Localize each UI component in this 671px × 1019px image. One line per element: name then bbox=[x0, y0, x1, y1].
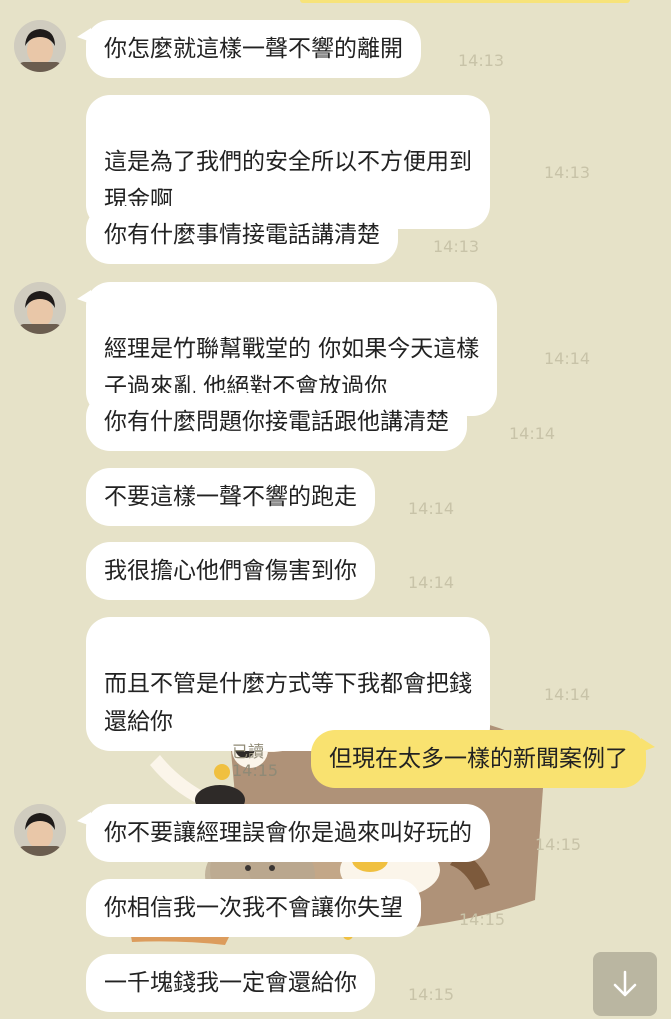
message-text: 這是為了我們的安全所以不方便用到 現金啊 bbox=[104, 149, 472, 213]
message-text: 你相信我一次我不會讓你失望 bbox=[104, 895, 403, 921]
message-time: 14:13 bbox=[544, 163, 591, 182]
message-time: 14:13 bbox=[458, 51, 505, 70]
scroll-to-bottom-button[interactable] bbox=[593, 952, 657, 1016]
message-time: 14:14 bbox=[544, 685, 591, 704]
sent-message-bubble[interactable]: 但現在太多一樣的新聞案例了 bbox=[311, 730, 655, 788]
previous-outgoing-bubble-edge bbox=[300, 0, 630, 3]
message-time: 14:13 bbox=[433, 237, 480, 256]
message-bubble[interactable]: 一千塊錢我一定會還給你 bbox=[86, 954, 375, 1012]
message-text: 你有什麼問題你接電話跟他講清楚 bbox=[104, 409, 449, 435]
message-bubble[interactable]: 我很擔心他們會傷害到你 bbox=[86, 542, 375, 600]
message-text: 你有什麼事情接電話講清楚 bbox=[104, 222, 380, 248]
message-time: 14:15 bbox=[459, 910, 506, 929]
message-bubble[interactable]: 不要這樣一聲不響的跑走 bbox=[86, 468, 375, 526]
arrow-down-icon bbox=[613, 970, 637, 997]
message-time: 14:14 bbox=[408, 499, 455, 518]
message-time: 14:14 bbox=[408, 573, 455, 592]
message-text: 而且不管是什麼方式等下我都會把錢 還給你 bbox=[104, 671, 472, 735]
read-status: 已讀 bbox=[232, 742, 265, 761]
message-time: 14:14 bbox=[509, 424, 556, 443]
message-text: 你怎麼就這樣一聲不響的離開 bbox=[104, 36, 403, 62]
contact-avatar[interactable] bbox=[14, 804, 66, 856]
contact-avatar[interactable] bbox=[14, 20, 66, 72]
message-time: 14:14 bbox=[544, 349, 591, 368]
message-bubble[interactable]: 你有什麼事情接電話講清楚 bbox=[86, 206, 398, 264]
contact-avatar-icon bbox=[14, 804, 66, 856]
contact-avatar-icon bbox=[14, 20, 66, 72]
chat-area[interactable]: 你怎麼就這樣一聲不響的離開 14:13 這是為了我們的安全所以不方便用到 現金啊… bbox=[0, 0, 671, 1019]
message-bubble[interactable]: 你有什麼問題你接電話跟他講清楚 bbox=[86, 393, 467, 451]
message-bubble[interactable]: 你怎麼就這樣一聲不響的離開 bbox=[77, 20, 421, 78]
message-bubble[interactable]: 你不要讓經理誤會你是過來叫好玩的 bbox=[77, 804, 490, 862]
message-time: 14:15 bbox=[535, 835, 582, 854]
contact-avatar[interactable] bbox=[14, 282, 66, 334]
message-text: 但現在太多一樣的新聞案例了 bbox=[329, 746, 628, 772]
message-text: 不要這樣一聲不響的跑走 bbox=[104, 484, 357, 510]
message-bubble[interactable]: 你相信我一次我不會讓你失望 bbox=[86, 879, 421, 937]
contact-avatar-icon bbox=[14, 282, 66, 334]
message-text: 你不要讓經理誤會你是過來叫好玩的 bbox=[104, 820, 472, 846]
message-time: 14:15 bbox=[408, 985, 455, 1004]
message-text: 經理是竹聯幫戰堂的 你如果今天這樣 子過來亂 他絕對不會放過你 bbox=[104, 336, 480, 400]
message-text: 一千塊錢我一定會還給你 bbox=[104, 970, 357, 996]
message-text: 我很擔心他們會傷害到你 bbox=[104, 558, 357, 584]
message-time: 14:15 bbox=[232, 761, 279, 780]
